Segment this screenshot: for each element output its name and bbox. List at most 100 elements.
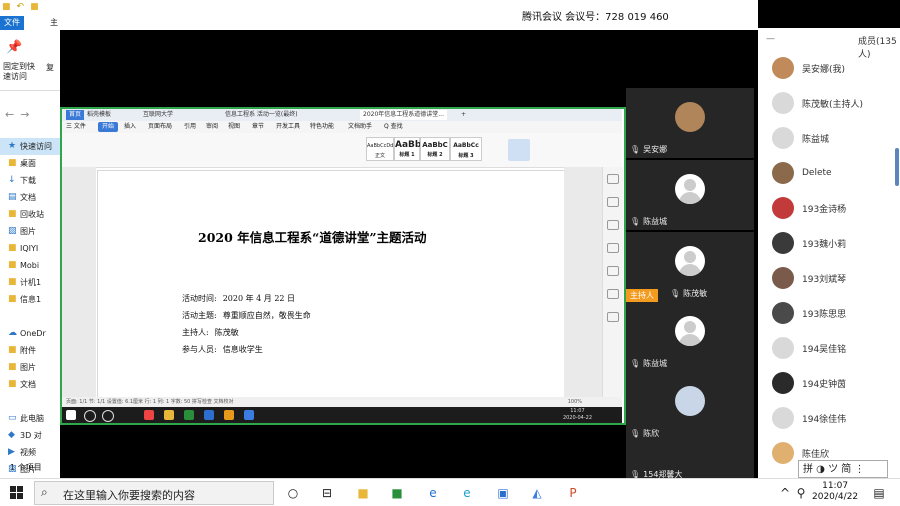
tree-item[interactable]: ■ 附件 <box>0 342 60 359</box>
ribbon-tab-file[interactable]: 文件 <box>0 16 24 30</box>
participant-item[interactable]: 193陈思思 <box>772 301 892 325</box>
folder-icon: ■ <box>30 2 39 12</box>
tree-item[interactable]: ■ 计机1 <box>0 274 60 291</box>
wps-menu-item[interactable]: 章节 <box>252 122 264 132</box>
sidebar-tool-icon[interactable] <box>607 243 619 253</box>
participant-item[interactable]: 194史钟茵 <box>772 371 892 395</box>
participant-item[interactable]: 陈益城 <box>772 126 892 150</box>
meeting-icon[interactable]: ◭ <box>528 484 546 502</box>
collapse-icon[interactable]: — <box>766 34 775 44</box>
wps-menu-item[interactable]: 开始 <box>98 122 119 132</box>
video-tile[interactable]: 🎙 陈益城 <box>626 302 754 372</box>
video-tile[interactable]: 🎙 陈欣 <box>626 372 754 442</box>
tree-item[interactable]: ■ 文档 <box>0 376 60 393</box>
video-tile[interactable]: 主持人 🎙 陈茂敏 <box>626 232 754 302</box>
tree-item[interactable]: ↓ 下载 <box>0 172 60 189</box>
tree-item[interactable]: ▭ 此电脑 <box>0 410 60 427</box>
app-icon[interactable]: ■ <box>388 484 406 502</box>
ribbon-tab-home[interactable]: 主 <box>46 16 60 30</box>
ie-icon[interactable]: e <box>458 484 476 502</box>
tree-item[interactable]: ■ Mobi <box>0 257 60 274</box>
edge-icon[interactable]: e <box>424 484 442 502</box>
copy-button[interactable]: 复 <box>46 62 54 73</box>
participant-item[interactable]: 194吴佳铭 <box>772 336 892 360</box>
sidebar-tool-icon[interactable] <box>607 289 619 299</box>
network-icon[interactable]: ⚲ <box>792 484 810 502</box>
sidebar-tool-icon[interactable] <box>607 197 619 207</box>
meeting-id-title: 腾讯会议 会议号：728 019 460 <box>522 12 669 23</box>
sidebar-tool-icon[interactable] <box>607 266 619 276</box>
participant-item[interactable]: 194徐佳伟 <box>772 406 892 430</box>
participant-item[interactable]: 陈茂敏(主持人) <box>772 91 892 115</box>
style-sample: AaBbCcDd <box>367 143 394 149</box>
pin-to-quick-access-button[interactable]: 固定到快速访问 <box>3 62 41 82</box>
video-tile[interactable]: 🎙 陈益城 <box>626 160 754 230</box>
pin-icon[interactable]: 📌 <box>6 40 22 55</box>
document-line: 活动时间: 2020 年 4 月 22 日 <box>182 293 295 304</box>
zoom-level[interactable]: 100% <box>568 397 582 407</box>
wps-menu-item[interactable]: 引用 <box>184 122 196 132</box>
participant-item[interactable]: 193金诗杨 <box>772 196 892 220</box>
tree-item[interactable]: ■ 桌面 <box>0 155 60 172</box>
task-view-icon[interactable]: ⊟ <box>318 484 336 502</box>
style-normal[interactable]: AaBbCcDd 正文 <box>366 137 394 161</box>
wps-tab[interactable]: + <box>458 110 469 120</box>
tree-item[interactable]: ◆ 3D 对 <box>0 427 60 444</box>
tree-item[interactable]: ■ IQIYI <box>0 240 60 257</box>
tree-item[interactable]: ★ 快速访问 <box>0 138 60 155</box>
wps-menu-item[interactable]: 文档助手 <box>348 122 372 132</box>
wps-tab[interactable] <box>192 110 198 120</box>
taskbar-clock[interactable]: 11:07 2020/4/22 <box>812 481 858 503</box>
powerpoint-icon[interactable]: P <box>564 484 582 502</box>
file-explorer-icon[interactable]: ■ <box>354 484 372 502</box>
wps-menu-item[interactable]: 审阅 <box>206 122 218 132</box>
wps-tab[interactable]: 稻壳模板 <box>84 110 114 120</box>
wps-menu-item[interactable]: 页面布局 <box>148 122 172 132</box>
undo-icon[interactable]: ↶ <box>17 2 25 12</box>
style-heading-2[interactable]: AaBbC 标题 2 <box>420 137 450 161</box>
participant-item[interactable]: 193魏小莉 <box>772 231 892 255</box>
wps-tab[interactable] <box>292 110 298 120</box>
sidebar-tool-icon[interactable] <box>607 174 619 184</box>
ime-toolbar[interactable]: 拼 ◑ ツ 简 ⋮ <box>798 460 888 478</box>
text-tool-icon[interactable] <box>508 139 530 161</box>
wps-icon[interactable]: ▣ <box>494 484 512 502</box>
meeting-titlebar: 腾讯会议 会议号：728 019 460 <box>60 0 758 30</box>
notification-icon[interactable]: ▤ <box>870 484 888 502</box>
tree-item[interactable]: ▤ 文档 <box>0 189 60 206</box>
tree-item[interactable]: ▶ 视频 <box>0 444 60 461</box>
start-button[interactable] <box>10 486 24 500</box>
tree-item[interactable]: ☁ OneDr <box>0 325 60 342</box>
wps-tab[interactable]: 信息工程系 活动一览(最终) <box>222 110 301 120</box>
wps-menu-item[interactable]: 插入 <box>124 122 136 132</box>
taskbar-search[interactable]: ⌕ 在这里输入你要搜索的内容 <box>34 481 274 505</box>
document-page[interactable]: 2020 年信息工程系“道德讲堂”主题活动 活动时间: 2020 年 4 月 22… <box>97 170 565 400</box>
tree-item[interactable]: ■ 图片 <box>0 359 60 376</box>
style-heading-1[interactable]: AaBb 标题 1 <box>394 137 421 161</box>
style-heading-3[interactable]: AaBbCc 标题 3 <box>450 137 482 161</box>
video-tile[interactable]: 🎙 154郑馨大 <box>626 442 754 479</box>
wps-menu-item[interactable]: 开发工具 <box>276 122 300 132</box>
wps-tab[interactable]: 首页 <box>66 110 85 120</box>
participant-item[interactable]: Delete <box>772 161 892 185</box>
tree-item[interactable]: ▨ 图片 <box>0 223 60 240</box>
participant-item[interactable]: 吴安娜(我) <box>772 56 892 80</box>
sidebar-tool-icon[interactable] <box>607 312 619 322</box>
folder-icon: ■ <box>8 379 17 389</box>
wps-tab[interactable]: 2020年信息工程系道德讲堂... <box>360 110 447 120</box>
participant-scrollbar[interactable] <box>895 148 899 186</box>
video-tile[interactable]: 🎙 吴安娜 <box>626 88 754 158</box>
wps-menu-item[interactable]: Q 查找 <box>384 122 403 132</box>
explorer-nav-arrows[interactable]: ←→ <box>5 108 35 121</box>
wps-menu-bar: 三 文件 开始 插入 页面布局 引用 审阅 视图 章节 开发工具 特色功能 文档助手 Q 查找 <box>62 121 622 133</box>
wps-menu-item[interactable]: 视图 <box>228 122 240 132</box>
tree-item[interactable]: ■ 信息1 <box>0 291 60 308</box>
wps-menu-item[interactable]: 三 文件 <box>66 122 86 132</box>
wps-tab[interactable]: 互联网大学 <box>140 110 176 120</box>
wps-menu-item[interactable]: 特色功能 <box>310 122 334 132</box>
wps-tab[interactable] <box>320 110 326 120</box>
participant-item[interactable]: 193刘斌琴 <box>772 266 892 290</box>
cortana-icon[interactable]: ○ <box>284 484 302 502</box>
sidebar-tool-icon[interactable] <box>607 220 619 230</box>
tree-item[interactable]: ■ 回收站 <box>0 206 60 223</box>
